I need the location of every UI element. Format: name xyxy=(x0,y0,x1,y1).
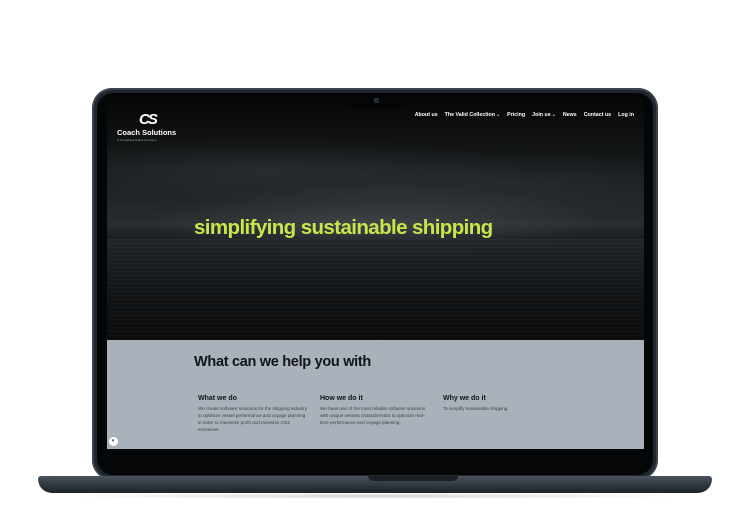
column-text: We have one of the most reliable softwar… xyxy=(320,406,426,425)
nav-item-contact[interactable]: Contact us xyxy=(584,112,611,118)
hero-headline: simplifying sustainable shipping xyxy=(194,216,493,239)
column-title: Why we do it xyxy=(443,395,486,402)
website-screen: CS Coach Solutions A Kongsberg Digital c… xyxy=(107,99,644,449)
laptop-base xyxy=(38,476,712,493)
nav-item-news[interactable]: News xyxy=(563,112,577,118)
nav-label: Log in xyxy=(618,112,634,118)
chat-icon[interactable]: ◐ xyxy=(109,437,118,446)
chevron-down-icon: ⌄ xyxy=(495,112,501,118)
camera-icon xyxy=(374,98,379,103)
column-why-we-do-it: Why we do it To simplify sustainable shi… xyxy=(443,395,553,413)
sea-background xyxy=(107,239,644,340)
nav-item-join-us[interactable]: Join us ⌄ xyxy=(532,112,556,118)
nav-label: Pricing xyxy=(507,112,526,118)
logo-mark-icon: CS xyxy=(139,111,158,128)
main-nav: About us The Valid Collection ⌄ Pricing … xyxy=(415,112,634,118)
brand-logo[interactable]: CS Coach Solutions A Kongsberg Digital c… xyxy=(117,111,187,142)
nav-label: Join us xyxy=(532,112,551,118)
brand-tagline: A Kongsberg Digital company xyxy=(117,138,157,142)
column-text: We create software solutions for the shi… xyxy=(198,406,307,432)
hero-section: CS Coach Solutions A Kongsberg Digital c… xyxy=(107,99,644,340)
nav-label: The Valid Collection xyxy=(444,112,495,118)
chevron-down-icon: ⌄ xyxy=(551,112,556,118)
base-opening xyxy=(368,476,458,481)
camera-notch xyxy=(344,93,406,108)
column-title: How we do it xyxy=(320,395,363,402)
nav-item-login[interactable]: Log in xyxy=(618,112,634,118)
brand-name: Coach Solutions xyxy=(117,128,177,137)
nav-item-valid-collection[interactable]: The Valid Collection ⌄ xyxy=(445,112,501,118)
nav-item-about[interactable]: About us xyxy=(415,112,438,118)
help-section: What can we help you with What we do We … xyxy=(107,340,644,449)
column-title: What we do xyxy=(198,395,237,402)
column-text: To simplify sustainable shipping. xyxy=(443,406,509,411)
nav-item-pricing[interactable]: Pricing xyxy=(507,112,525,118)
device-shadow xyxy=(60,493,690,499)
nav-label: Contact us xyxy=(583,112,612,118)
section-title: What can we help you with xyxy=(194,354,371,370)
column-how-we-do-it: How we do it We have one of the most rel… xyxy=(320,395,430,427)
nav-label: About us xyxy=(414,112,438,118)
column-what-we-do: What we do We create software solutions … xyxy=(198,395,308,434)
nav-label: News xyxy=(562,112,577,118)
